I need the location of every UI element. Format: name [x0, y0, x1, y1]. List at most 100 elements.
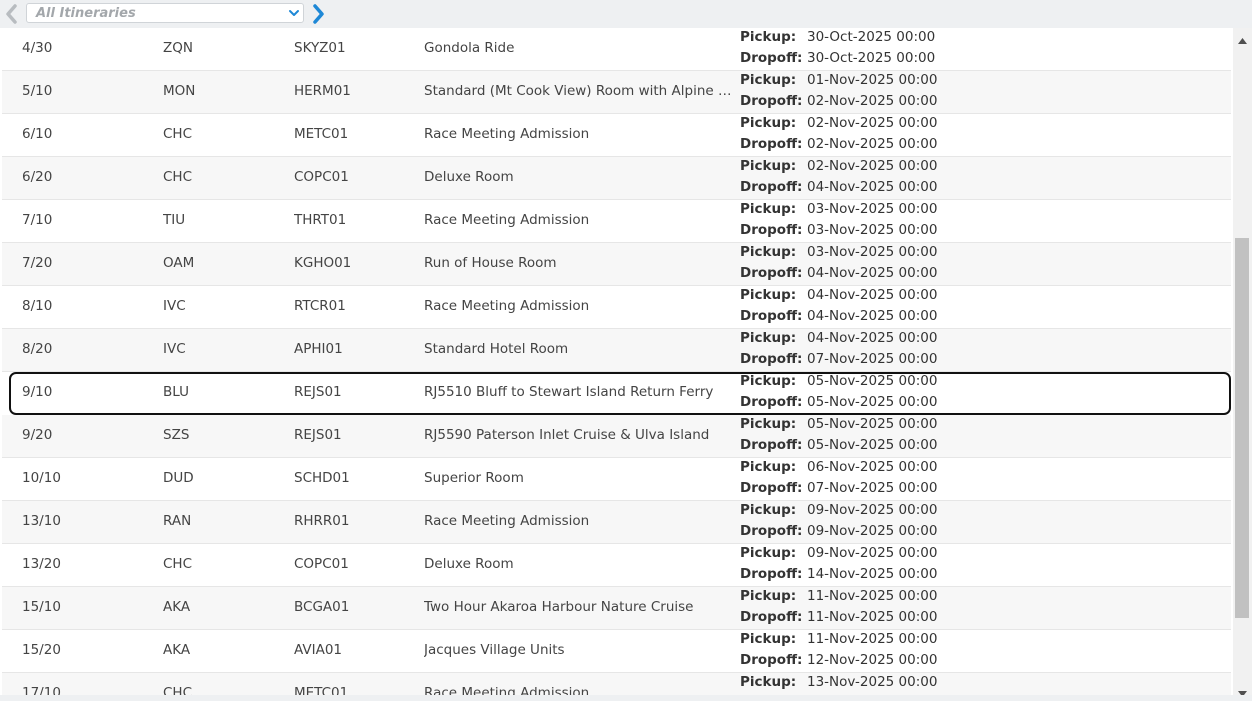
- row-description: Race Meeting Admission: [424, 685, 590, 695]
- row-supplier-code: HERM01: [294, 83, 351, 99]
- dropoff-value: 05-Nov-2025 00:00: [807, 437, 938, 453]
- row-location: AKA: [163, 642, 191, 658]
- pickup-label: Pickup:: [740, 459, 797, 475]
- pickup-value: 02-Nov-2025 00:00: [807, 158, 938, 174]
- table-row[interactable]: 15/20 AKA AVIA01 Jacques Village Units Picku…: [2, 630, 1231, 673]
- row-supplier-code: METC01: [294, 126, 349, 142]
- row-supplier-code: RHRR01: [294, 513, 350, 529]
- pickup-label: Pickup:: [740, 502, 797, 518]
- chevron-down-icon: [287, 6, 301, 20]
- row-description: Run of House Room: [424, 255, 557, 271]
- table-row[interactable]: 13/10 RAN RHRR01 Race Meeting Admission Pick…: [2, 501, 1231, 544]
- row-day: 8/20: [22, 341, 53, 357]
- dropoff-value: 14-Nov-2025 00:00: [807, 566, 938, 582]
- table-row[interactable]: 17/10 CHC METC01 Race Meeting Admission Pick…: [2, 673, 1231, 695]
- row-day: 10/10: [22, 470, 61, 486]
- chevron-right-icon[interactable]: [311, 3, 327, 25]
- pickup-value: 06-Nov-2025 00:00: [807, 459, 938, 475]
- dropoff-value: 04-Nov-2025 00:00: [807, 265, 938, 281]
- dropoff-label: Dropoff:: [740, 222, 803, 238]
- row-dates: Pickup: 30-Oct-2025 00:00 Dropoff: 30-Oct-2…: [740, 28, 1040, 70]
- row-description: Jacques Village Units: [424, 642, 565, 658]
- table-row[interactable]: 4/30 ZQN SKYZ01 Gondola Ride Pickup: 30-Oct-2…: [2, 28, 1231, 71]
- row-description: Gondola Ride: [424, 40, 515, 56]
- row-day: 9/20: [22, 427, 53, 443]
- chevron-left-icon[interactable]: [3, 3, 19, 25]
- row-location: OAM: [163, 255, 195, 271]
- row-day: 7/10: [22, 212, 53, 228]
- dropoff-label: Dropoff:: [740, 609, 803, 625]
- row-dates: Pickup: 02-Nov-2025 00:00 Dropoff: 02-Nov-2…: [740, 114, 1040, 156]
- table-row[interactable]: 5/10 MON HERM01 Standard (Mt Cook View) Roo…: [2, 71, 1231, 114]
- row-dates: Pickup: 04-Nov-2025 00:00 Dropoff: 07-Nov-2…: [740, 329, 1040, 371]
- row-location: TIU: [163, 212, 186, 228]
- row-supplier-code: KGHO01: [294, 255, 352, 271]
- row-dates: Pickup: 03-Nov-2025 00:00 Dropoff: 03-Nov-2…: [740, 200, 1040, 242]
- toolbar: All Itineraries: [0, 0, 1252, 28]
- row-dates: Pickup: 06-Nov-2025 00:00 Dropoff: 07-Nov-2…: [740, 458, 1040, 500]
- row-supplier-code: METC01: [294, 685, 349, 695]
- dropoff-value: 30-Oct-2025 00:00: [807, 50, 936, 66]
- dropoff-value: 07-Nov-2025 00:00: [807, 480, 938, 496]
- table-row[interactable]: 8/10 IVC RTCR01 Race Meeting Admission Picku…: [2, 286, 1231, 329]
- pickup-label: Pickup:: [740, 631, 797, 647]
- dropoff-label: Dropoff:: [740, 265, 803, 281]
- scroll-thumb[interactable]: [1235, 238, 1249, 618]
- row-description: Standard Hotel Room: [424, 341, 569, 357]
- row-supplier-code: REJS01: [294, 384, 342, 400]
- vertical-scrollbar[interactable]: [1233, 28, 1252, 697]
- pickup-value: 02-Nov-2025 00:00: [807, 115, 938, 131]
- pickup-label: Pickup:: [740, 115, 797, 131]
- row-day: 13/10: [22, 513, 61, 529]
- table-row-selected[interactable]: 9/10 BLU REJS01 RJ5510 Bluff to Stewart Isl…: [9, 372, 1231, 415]
- row-dates: Pickup: 02-Nov-2025 00:00 Dropoff: 04-Nov-2…: [740, 157, 1040, 199]
- pickup-label: Pickup:: [740, 158, 797, 174]
- itinerary-select-value: All Itineraries: [36, 6, 136, 21]
- row-description: Race Meeting Admission: [424, 513, 590, 529]
- dropoff-value: 05-Nov-2025 00:00: [807, 394, 938, 410]
- row-location: DUD: [163, 470, 194, 486]
- row-location: AKA: [163, 599, 191, 615]
- row-location: BLU: [163, 384, 189, 400]
- row-supplier-code: BCGA01: [294, 599, 350, 615]
- dropoff-label: Dropoff:: [740, 179, 803, 195]
- dropoff-label: Dropoff:: [740, 50, 803, 66]
- table-row[interactable]: 8/20 IVC APHI01 Standard Hotel Room Pickup: 0…: [2, 329, 1231, 372]
- table-row[interactable]: 10/10 DUD SCHD01 Superior Room Pickup: 06-Nov…: [2, 458, 1231, 501]
- table-row[interactable]: 7/20 OAM KGHO01 Run of House Room Pickup: 03-…: [2, 243, 1231, 286]
- dropoff-value: 04-Nov-2025 00:00: [807, 308, 938, 324]
- row-location: MON: [163, 83, 196, 99]
- row-description: Deluxe Room: [424, 556, 514, 572]
- pickup-label: Pickup:: [740, 416, 797, 432]
- row-location: CHC: [163, 556, 193, 572]
- row-dates: Pickup: 09-Nov-2025 00:00 Dropoff: 14-Nov-2…: [740, 544, 1040, 586]
- row-dates: Pickup: 05-Nov-2025 00:00 Dropoff: 05-Nov-2…: [740, 372, 1040, 414]
- row-dates: Pickup: 13-Nov-2025 00:00: [740, 673, 1040, 695]
- row-day: 17/10: [22, 685, 61, 695]
- table-row[interactable]: 9/20 SZS REJS01 RJ5590 Paterson Inlet Cruis…: [2, 415, 1231, 458]
- row-day: 5/10: [22, 83, 53, 99]
- row-day: 8/10: [22, 298, 53, 314]
- pickup-label: Pickup:: [740, 244, 797, 260]
- dropoff-value: 04-Nov-2025 00:00: [807, 179, 938, 195]
- row-dates: Pickup: 05-Nov-2025 00:00 Dropoff: 05-Nov-2…: [740, 415, 1040, 457]
- pickup-value: 09-Nov-2025 00:00: [807, 545, 938, 561]
- row-description: RJ5590 Paterson Inlet Cruise & Ulva Isla…: [424, 427, 710, 443]
- itinerary-list: 4/30 ZQN SKYZ01 Gondola Ride Pickup: 30-Oct-2…: [0, 28, 1232, 695]
- scroll-up-icon[interactable]: [1238, 32, 1247, 44]
- row-description: Deluxe Room: [424, 169, 514, 185]
- pickup-value: 05-Nov-2025 00:00: [807, 416, 938, 432]
- table-row[interactable]: 13/20 CHC COPC01 Deluxe Room Pickup: 09-Nov-2…: [2, 544, 1231, 587]
- row-day: 6/10: [22, 126, 53, 142]
- table-row[interactable]: 15/10 AKA BCGA01 Two Hour Akaroa Harbour Na…: [2, 587, 1231, 630]
- row-description: Race Meeting Admission: [424, 126, 590, 142]
- pickup-value: 30-Oct-2025 00:00: [807, 29, 936, 45]
- scroll-down-icon[interactable]: [1238, 685, 1247, 697]
- table-row[interactable]: 6/10 CHC METC01 Race Meeting Admission Picku…: [2, 114, 1231, 157]
- dropoff-value: 07-Nov-2025 00:00: [807, 351, 938, 367]
- itinerary-select[interactable]: All Itineraries: [26, 3, 304, 23]
- row-day: 7/20: [22, 255, 53, 271]
- table-row[interactable]: 6/20 CHC COPC01 Deluxe Room Pickup: 02-Nov-20…: [2, 157, 1231, 200]
- table-row[interactable]: 7/10 TIU THRT01 Race Meeting Admission Picku…: [2, 200, 1231, 243]
- row-supplier-code: APHI01: [294, 341, 343, 357]
